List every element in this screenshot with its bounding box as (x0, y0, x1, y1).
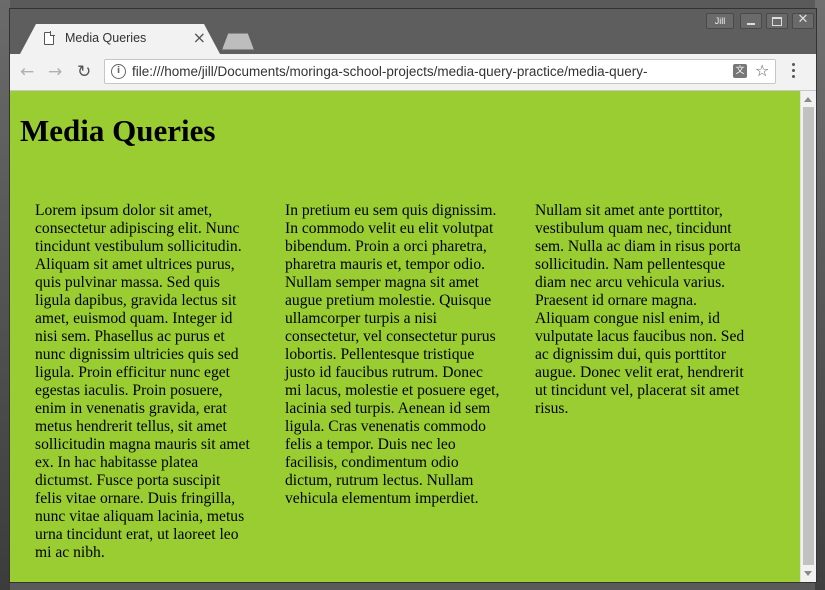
scrollbar-thumb[interactable] (803, 107, 814, 565)
new-tab-button[interactable] (222, 33, 254, 50)
url-text[interactable]: file:///home/jill/Documents/moringa-scho… (132, 64, 722, 79)
browser-window: Media Queries × Jill ✕ ← → ↻ i file:///h… (9, 8, 817, 583)
info-icon[interactable]: i (111, 64, 126, 79)
text-column-1: Lorem ipsum dolor sit amet, consectetur … (35, 202, 250, 561)
tab-title: Media Queries (65, 31, 147, 45)
document-icon (44, 31, 55, 45)
scroll-up-arrow-icon[interactable] (804, 97, 812, 102)
browser-toolbar: ← → ↻ i file:///home/jill/Documents/mori… (10, 54, 816, 91)
text-column-3: Nullam sit amet ante porttitor, vestibul… (535, 202, 745, 417)
reload-icon[interactable]: ↻ (77, 62, 91, 82)
profile-button[interactable]: Jill (706, 13, 734, 29)
tab-strip: Media Queries × Jill ✕ (10, 9, 816, 54)
page-content: Media Queries Lorem ipsum dolor sit amet… (10, 91, 800, 582)
vertical-scrollbar[interactable] (800, 91, 816, 582)
close-window-button[interactable]: ✕ (792, 12, 814, 29)
page-title: Media Queries (20, 113, 216, 148)
tab-media-queries[interactable]: Media Queries × (20, 24, 220, 54)
star-icon[interactable]: ☆ (755, 61, 769, 80)
address-bar[interactable]: i file:///home/jill/Documents/moringa-sc… (104, 59, 776, 84)
back-arrow-icon[interactable]: ← (20, 62, 34, 82)
minimize-button[interactable] (740, 13, 762, 29)
kebab-menu-icon[interactable] (792, 63, 795, 81)
maximize-button[interactable] (766, 13, 788, 29)
forward-arrow-icon[interactable]: → (48, 62, 62, 82)
translate-icon[interactable]: 文 (733, 64, 747, 78)
text-column-2: In pretium eu sem quis dignissim. In com… (285, 202, 500, 507)
close-icon: ✕ (797, 12, 809, 27)
tab-close-button[interactable]: × (193, 28, 206, 47)
scroll-down-arrow-icon[interactable] (804, 571, 812, 576)
